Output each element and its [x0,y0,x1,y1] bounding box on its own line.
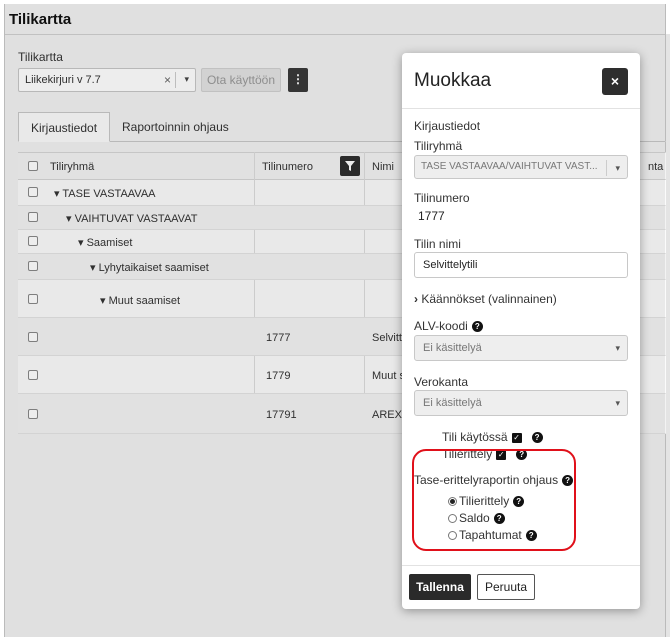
chevron-down-icon[interactable]: ▾ [615,343,620,354]
select-separator [175,72,176,88]
radio-button[interactable] [448,531,457,541]
itemization-checkbox[interactable]: ✓ [496,449,507,460]
account-group-label: Tiliryhmä [414,139,463,153]
radio-label: Saldo [459,511,490,525]
section-heading: Kirjaustiedot [414,119,481,133]
row-number: 1779 [266,370,291,382]
chart-account-value: Liikekirjuri v 7.7 [25,74,101,86]
account-name-label: Tilin nimi [414,237,461,251]
tab-raportoinnin-ohjaus[interactable]: Raportoinnin ohjaus [110,112,241,142]
account-active-row: Tili käytössä ✓? [442,430,543,444]
help-icon[interactable]: ? [513,496,525,508]
radio-label: Tapahtumat [459,528,522,542]
row-group: ▾ TASE VASTAAVAA [54,188,156,200]
select-separator [606,160,607,176]
more-options-icon[interactable]: ⋮ [288,68,308,92]
close-icon[interactable]: × [602,68,628,95]
radio-label: Tilierittely [459,494,510,508]
itemization-row: Tilierittely ✓? [442,447,528,461]
row-number: 1777 [266,332,291,344]
tax-rate-value: Ei käsittelyä [423,397,482,409]
save-button[interactable]: Tallenna [409,574,471,600]
filter-icon[interactable] [340,156,360,176]
cancel-button[interactable]: Peruuta [477,574,535,600]
vat-code-label-row: ALV-koodi? [414,319,483,333]
radio-button[interactable] [448,514,457,524]
row-checkbox[interactable] [28,187,38,197]
chevron-down-icon[interactable]: ▾ [615,163,620,174]
row-group: ▾ Saamiset [78,237,133,249]
row-number: 17791 [266,409,297,421]
help-icon[interactable]: ? [471,321,483,333]
tab-kirjaustiedot[interactable]: Kirjaustiedot [18,112,111,142]
row-checkbox[interactable] [28,409,38,419]
translations-label: Käännökset (valinnainen) [421,292,557,306]
tax-rate-label: Verokanta [414,375,469,389]
account-active-label: Tili käytössä [442,430,508,444]
tax-rate-select[interactable]: Ei käsittelyä ▾ [414,390,628,416]
activate-button[interactable]: Ota käyttöön [201,68,281,92]
itemization-label: Tilierittely [442,447,493,461]
radio-option-balance[interactable]: Saldo? [448,511,505,525]
chevron-down-icon[interactable]: ▾ [184,74,189,85]
dialog-title: Muokkaa [414,70,492,91]
row-group: ▾ VAIHTUVAT VASTAAVAT [66,213,198,225]
dialog-footer-divider [402,565,640,566]
clear-icon[interactable]: × [164,73,171,87]
vat-code-value: Ei käsittelyä [423,342,482,354]
row-checkbox[interactable] [28,236,38,246]
row-checkbox[interactable] [28,294,38,304]
balance-report-label: Tase-erittelyraportin ohjaus [414,473,559,487]
page-title: Tilikartta [9,11,72,28]
column-header-name[interactable]: Nimi [372,161,394,173]
select-all-checkbox[interactable] [28,161,38,171]
account-number-label: Tilinumero [414,191,470,205]
account-number-value: 1777 [418,209,445,223]
help-icon[interactable]: ? [531,432,543,444]
account-active-checkbox[interactable]: ✓ [511,432,522,443]
row-checkbox[interactable] [28,332,38,342]
account-group-value: TASE VASTAAVAA/VAIHTUVAT VAST... [421,161,598,172]
account-group-select[interactable]: TASE VASTAAVAA/VAIHTUVAT VAST... ▾ [414,155,628,179]
vat-code-select[interactable]: Ei käsittelyä ▾ [414,335,628,361]
radio-button[interactable] [448,497,457,507]
column-header-rate[interactable]: nta [648,161,663,173]
chevron-down-icon[interactable]: ▾ [615,398,620,409]
title-divider [5,34,665,35]
chart-account-select[interactable]: Liikekirjuri v 7.7 × ▾ [18,68,196,92]
row-group: ▾ Muut saamiset [100,295,181,307]
edit-account-dialog: Muokkaa × Kirjaustiedot Tiliryhmä TASE V… [402,53,640,609]
vat-code-label: ALV-koodi [414,319,468,333]
column-header-number[interactable]: Tilinumero [262,161,313,173]
chevron-right-icon: › [414,292,418,306]
help-icon[interactable]: ? [562,475,574,487]
row-group: ▾ Lyhytaikaiset saamiset [90,262,209,274]
row-checkbox[interactable] [28,370,38,380]
dialog-header-divider [402,108,640,109]
translations-toggle[interactable]: › Käännökset (valinnainen) [414,292,557,306]
help-icon[interactable]: ? [493,513,505,525]
column-header-group[interactable]: Tiliryhmä [50,161,94,173]
balance-report-row: Tase-erittelyraportin ohjaus? [414,473,574,487]
chart-account-label: Tilikartta [18,50,63,64]
row-checkbox[interactable] [28,212,38,222]
radio-option-itemization[interactable]: Tilierittely? [448,494,525,508]
help-icon[interactable]: ? [516,449,528,461]
account-name-input[interactable]: Selvittelytili [414,252,628,278]
page-scrollbar[interactable] [666,34,670,637]
help-icon[interactable]: ? [525,530,537,542]
row-checkbox[interactable] [28,261,38,271]
radio-option-transactions[interactable]: Tapahtumat? [448,528,537,542]
